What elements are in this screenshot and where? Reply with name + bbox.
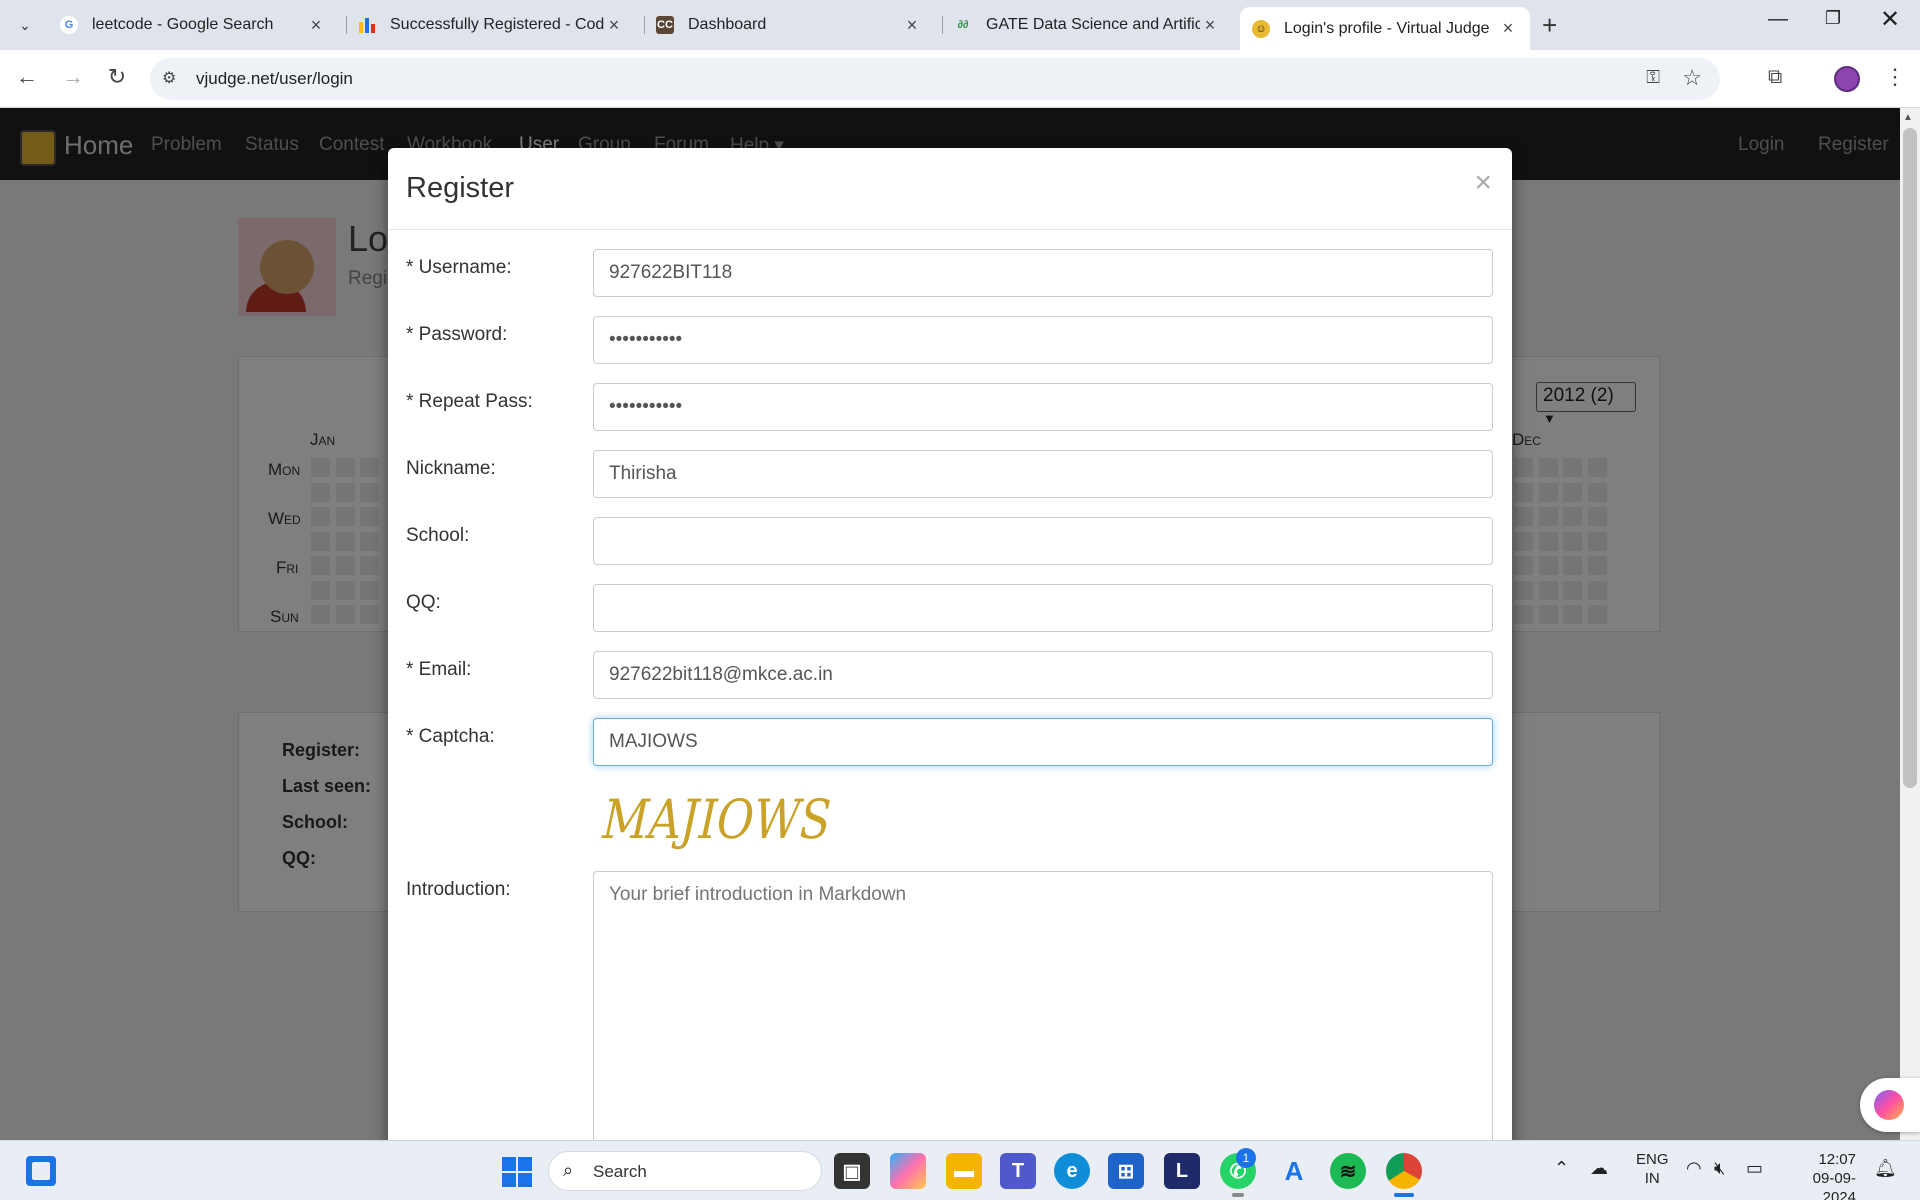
password-key-icon[interactable]: ⚿ [1646, 67, 1660, 88]
password-input[interactable] [593, 316, 1493, 364]
close-icon[interactable]: × [1474, 166, 1492, 200]
modal-header: Register × [388, 148, 1512, 230]
introduction-textarea[interactable] [593, 871, 1493, 1140]
nickname-label: Nickname: [406, 458, 496, 479]
windows-start-icon[interactable] [502, 1157, 532, 1187]
assistant-sidebar-button[interactable] [1860, 1078, 1920, 1132]
browser-profile-avatar[interactable] [1834, 66, 1860, 92]
battery-icon[interactable]: ▭ [1746, 1158, 1763, 1179]
qq-input[interactable] [593, 584, 1493, 632]
tab-vjudge-profile[interactable]: ☺ Login's profile - Virtual Judge × [1240, 7, 1530, 50]
wifi-icon[interactable]: ◠ [1686, 1158, 1702, 1179]
system-clock[interactable]: 12:07 09-09-2024 [1786, 1150, 1856, 1200]
chrome-active-indicator [1394, 1193, 1414, 1197]
l-app-icon[interactable]: L [1164, 1153, 1200, 1189]
windows-taskbar: ⌕ Search ▣ ▬ T e ⊞ L ✆ A ≋ [0, 1140, 1920, 1200]
password-label: * Password: [406, 324, 508, 345]
tab-title: leetcode - Google Search [92, 16, 274, 33]
captcha-glyphs: MAJIOWS [598, 788, 838, 851]
tab-title: GATE Data Science and Artificia [986, 16, 1200, 33]
clock-date: 09-09-2024 [1812, 1170, 1856, 1200]
whatsapp-badge: 1 [1236, 1148, 1256, 1168]
azure-data-studio-icon[interactable]: A [1276, 1153, 1312, 1189]
register-modal: Register × * Username: * Password: * Rep… [388, 148, 1512, 1140]
tab-close-icon[interactable]: × [902, 15, 922, 36]
close-window-icon[interactable]: ✕ [1870, 5, 1910, 34]
codeforces-bars-icon [358, 16, 376, 34]
new-tab-plus-icon[interactable]: + [1542, 10, 1557, 41]
file-explorer-icon[interactable]: ▬ [946, 1153, 982, 1189]
browser-menu-icon[interactable]: ⋮ [1884, 64, 1906, 90]
taskbar-search[interactable]: ⌕ Search [548, 1151, 822, 1191]
ai-assistant-icon [1874, 1090, 1904, 1120]
onedrive-cloud-icon[interactable]: ☁ [1590, 1158, 1608, 1179]
vjudge-smiley-icon: ☺ [1252, 19, 1270, 38]
taskbar-search-label: Search [593, 1162, 647, 1181]
extensions-puzzle-icon[interactable]: ⧉ [1768, 66, 1782, 89]
tab-gate[interactable]: ∂∂ GATE Data Science and Artificia × [942, 7, 1232, 43]
tab-title: Login's profile - Virtual Judge [1284, 19, 1490, 37]
volume-muted-icon[interactable]: 🔇︎ [1714, 1158, 1725, 1179]
region-code: IN [1644, 1170, 1660, 1187]
spotify-icon[interactable]: ≋ [1330, 1153, 1366, 1189]
page-viewport: Home Problem Status Contest Workbook Use… [0, 108, 1920, 1140]
show-hidden-icons-chevron-icon[interactable]: ⌃ [1554, 1158, 1569, 1179]
repeat-password-label: * Repeat Pass: [406, 391, 533, 412]
restore-icon[interactable]: ❐ [1813, 8, 1853, 29]
scroll-up-arrow-icon[interactable]: ▲ [1903, 112, 1913, 123]
google-g-icon: G [60, 16, 78, 34]
tab-title: Dashboard [688, 16, 767, 33]
microsoft-store-icon[interactable]: ⊞ [1108, 1153, 1144, 1189]
username-input[interactable] [593, 249, 1493, 297]
minimize-icon[interactable]: — [1758, 8, 1798, 31]
tab-close-icon[interactable]: × [306, 15, 326, 36]
modal-title: Register [406, 172, 514, 204]
chrome-icon[interactable] [1386, 1153, 1422, 1189]
captcha-label: * Captcha: [406, 726, 495, 747]
email-label: * Email: [406, 659, 472, 680]
codechef-cc-icon: CC [656, 16, 674, 34]
clock-time: 12:07 [1818, 1151, 1856, 1168]
language-indicator[interactable]: ENG IN [1636, 1150, 1669, 1188]
url-text[interactable]: vjudge.net/user/login [196, 69, 353, 89]
email-input[interactable] [593, 651, 1493, 699]
search-icon: ⌕ [563, 1160, 574, 1180]
repeat-password-input[interactable] [593, 383, 1493, 431]
address-bar[interactable]: ⚙ vjudge.net/user/login ⚿ ☆ [150, 58, 1720, 100]
tab-leetcode-search[interactable]: G leetcode - Google Search × [48, 7, 338, 43]
reload-icon[interactable]: ↻ [102, 64, 132, 90]
school-label: School: [406, 525, 470, 546]
tab-strip: ⌄ G leetcode - Google Search × Successfu… [0, 0, 1920, 50]
edge-icon[interactable]: e [1054, 1153, 1090, 1189]
copilot-icon[interactable] [890, 1153, 926, 1189]
back-arrow-icon[interactable]: ← [12, 64, 42, 90]
widgets-icon[interactable] [26, 1156, 56, 1186]
scrollbar-thumb[interactable] [1903, 128, 1917, 788]
tab-codeforces[interactable]: Successfully Registered - Codef × [346, 7, 636, 43]
browser-toolbar: ← → ↻ ⚙ vjudge.net/user/login ⚿ ☆ ⧉ [0, 50, 1920, 108]
tab-close-icon[interactable]: × [1498, 18, 1518, 39]
tab-close-icon[interactable]: × [1200, 15, 1220, 36]
nickname-input[interactable] [593, 450, 1493, 498]
gfg-icon: ∂∂ [957, 19, 969, 31]
site-info-tune-icon[interactable]: ⚙ [162, 68, 176, 88]
bookmark-star-icon[interactable]: ☆ [1682, 65, 1702, 91]
username-label: * Username: [406, 257, 512, 278]
page-scrollbar[interactable]: ▲ ▼ [1900, 108, 1920, 1140]
forward-arrow-icon[interactable]: → [58, 64, 88, 90]
tab-dashboard[interactable]: CC Dashboard × [644, 7, 934, 43]
school-input[interactable] [593, 517, 1493, 565]
introduction-label: Introduction: [406, 879, 511, 900]
task-view-icon[interactable]: ▣ [834, 1153, 870, 1189]
tab-close-icon[interactable]: × [604, 15, 624, 36]
qq-label: QQ: [406, 592, 441, 613]
language-code: ENG [1636, 1151, 1669, 1168]
tab-search-chevron-icon[interactable]: ⌄ [12, 13, 38, 37]
whatsapp-running-indicator [1232, 1193, 1244, 1197]
captcha-input[interactable] [593, 718, 1493, 766]
tab-title: Successfully Registered - Codef [390, 16, 604, 33]
teams-icon[interactable]: T [1000, 1153, 1036, 1189]
captcha-image[interactable]: MAJIOWS [598, 776, 838, 856]
notification-bell-icon[interactable]: 🔔︎ [1874, 1158, 1897, 1179]
